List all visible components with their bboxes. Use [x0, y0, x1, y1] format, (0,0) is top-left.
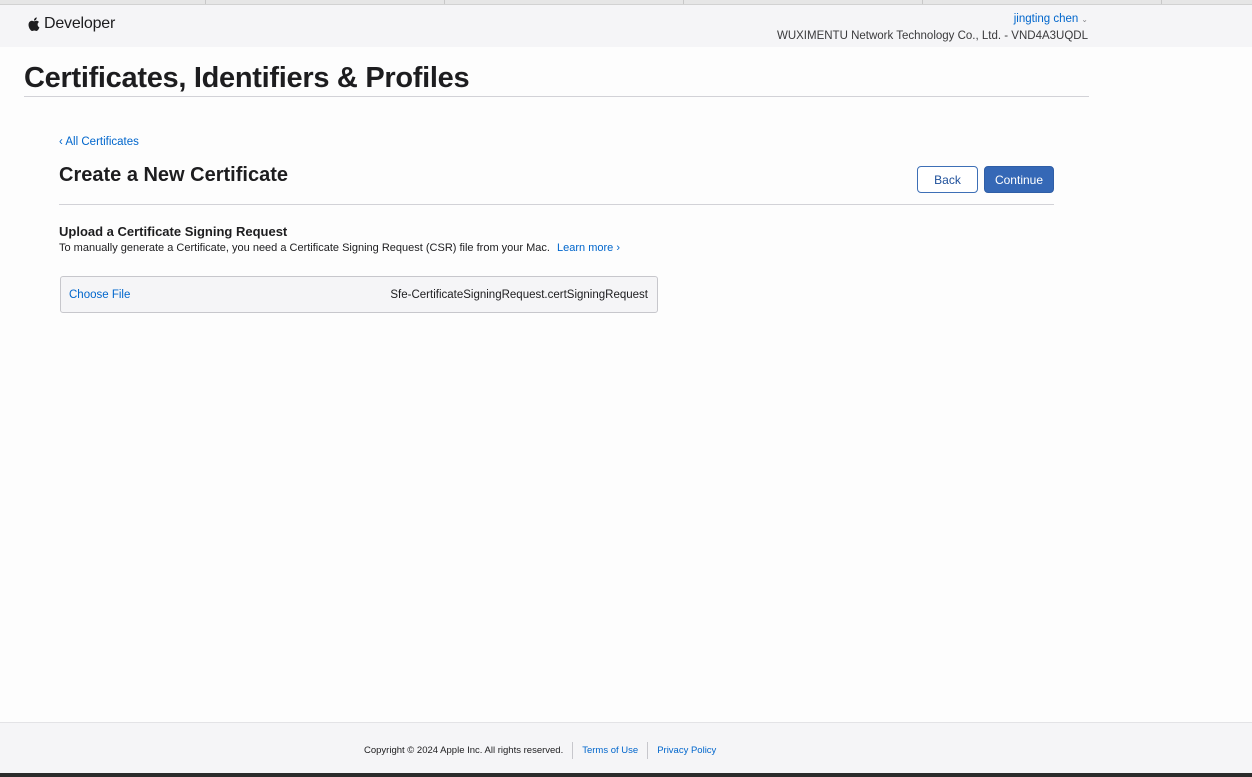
section-divider [59, 204, 1054, 205]
tab-divider [1161, 0, 1162, 4]
footer-divider [572, 742, 574, 759]
footer-links: Copyright © 2024 Apple Inc. All rights r… [364, 742, 716, 759]
tab-divider [683, 0, 684, 4]
terms-of-use-link[interactable]: Terms of Use [582, 745, 638, 756]
choose-file-button[interactable]: Choose File [69, 289, 130, 301]
tab-divider [444, 0, 445, 4]
global-header: Developer jingting chen ⌄ WUXIMENTU Netw… [0, 5, 1252, 47]
selected-file-name: Sfe-CertificateSigningRequest.certSignin… [390, 289, 648, 301]
privacy-policy-link[interactable]: Privacy Policy [657, 745, 716, 756]
page-title: Certificates, Identifiers & Profiles [24, 62, 470, 94]
upload-description: To manually generate a Certificate, you … [59, 242, 620, 254]
tab-divider [922, 0, 923, 4]
csr-file-input[interactable]: Choose File Sfe-CertificateSigningReques… [60, 276, 658, 313]
section-title: Create a New Certificate [59, 164, 288, 186]
copyright: Copyright © 2024 Apple Inc. All rights r… [364, 745, 564, 756]
footer-divider [647, 742, 649, 759]
title-divider [24, 96, 1089, 97]
tab-divider [205, 0, 206, 4]
continue-button[interactable]: Continue [984, 166, 1054, 193]
account-name: jingting chen [1013, 13, 1079, 25]
all-certificates-link[interactable]: ‹ All Certificates [59, 136, 139, 148]
chevron-down-icon: ⌄ [1081, 14, 1088, 24]
learn-more-link[interactable]: Learn more › [557, 242, 620, 254]
account-menu-button[interactable]: jingting chen ⌄ [1014, 13, 1088, 25]
brand-label: Developer [44, 15, 116, 32]
footer: Copyright © 2024 Apple Inc. All rights r… [0, 722, 1252, 777]
apple-logo-icon [26, 16, 40, 32]
account-info: jingting chen ⌄ WUXIMENTU Network Techno… [777, 9, 1088, 42]
upload-description-text: To manually generate a Certificate, you … [59, 242, 550, 254]
back-button[interactable]: Back [917, 166, 978, 193]
upload-heading: Upload a Certificate Signing Request [59, 224, 288, 239]
window-bottom-edge [0, 773, 1252, 777]
developer-home-link[interactable]: Developer [26, 15, 115, 33]
team-name: WUXIMENTU Network Technology Co., Ltd. -… [776, 30, 1088, 42]
